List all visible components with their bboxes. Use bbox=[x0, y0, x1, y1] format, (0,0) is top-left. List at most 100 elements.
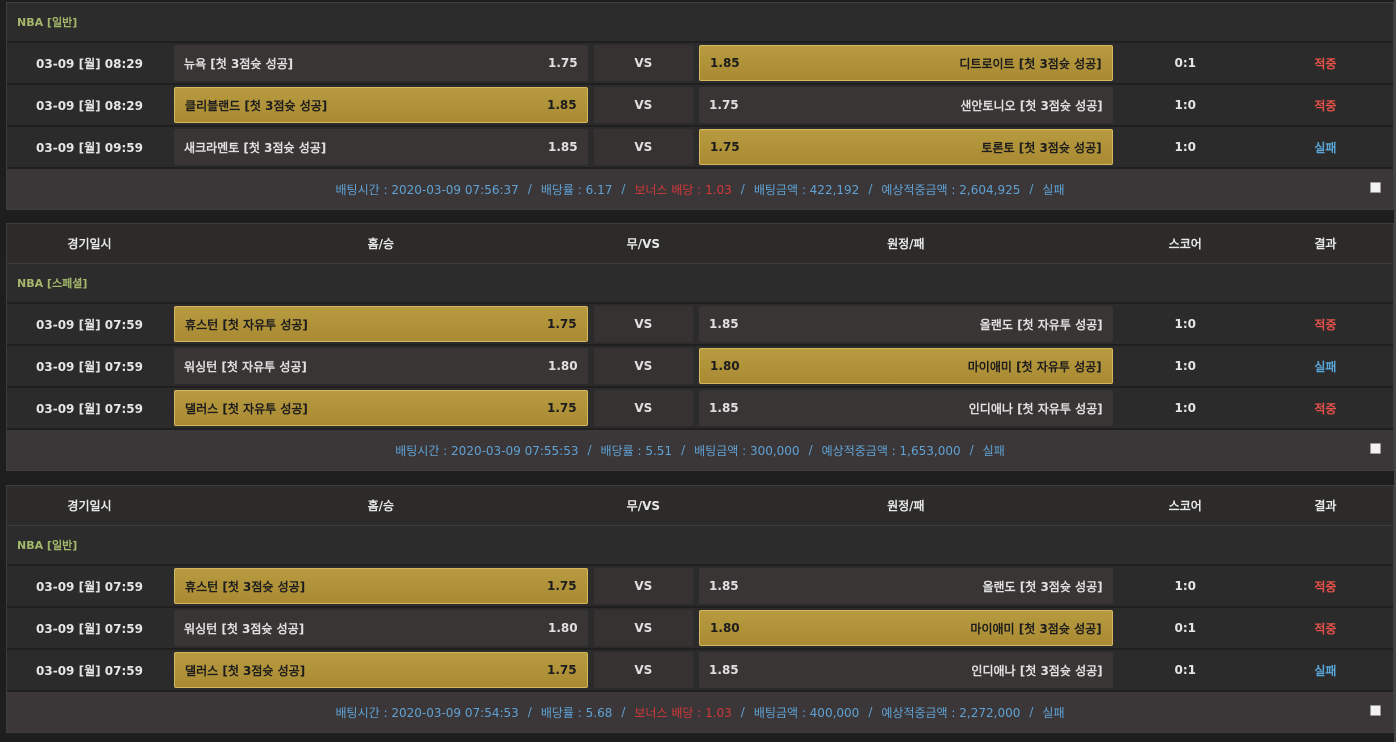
bet-amount: 배팅금액 : 300,000 bbox=[694, 443, 800, 458]
away-team: 마이애미 [첫 3점슛 성공] bbox=[970, 621, 1102, 636]
draw-bet-button[interactable]: VS bbox=[593, 390, 694, 426]
home-odds: 1.80 bbox=[548, 359, 578, 373]
header-away: 원정/패 bbox=[887, 499, 925, 513]
away-team: 올랜도 [첫 자유투 성공] bbox=[979, 317, 1103, 332]
bet-time: 배팅시간 : 2020-03-09 07:54:53 bbox=[335, 705, 519, 720]
home-bet-button[interactable]: 댈러스 [첫 자유투 성공] 1.75 bbox=[174, 390, 588, 426]
bet-summary: 배팅시간 : 2020-03-09 07:56:37/ 배당률 : 6.17/ … bbox=[7, 169, 1393, 209]
select-checkbox[interactable] bbox=[1370, 705, 1381, 716]
away-odds: 1.80 bbox=[710, 359, 740, 373]
away-bet-button[interactable]: 1.75 샌안토니오 [첫 3점슛 성공] bbox=[699, 87, 1113, 123]
vs-label: VS bbox=[634, 359, 653, 373]
away-team: 올랜도 [첫 3점슛 성공] bbox=[982, 579, 1103, 594]
home-team: 뉴욕 [첫 3점슛 성공] bbox=[184, 56, 294, 71]
vs-label: VS bbox=[634, 140, 653, 154]
home-bet-button[interactable]: 휴스턴 [첫 자유투 성공] 1.75 bbox=[174, 306, 588, 342]
home-bet-button[interactable]: 뉴욕 [첫 3점슛 성공] 1.75 bbox=[174, 45, 588, 81]
result: 실패 bbox=[1314, 359, 1337, 374]
game-row: 03-09 [월] 08:29 클리블랜드 [첫 3점슛 성공] 1.85 VS … bbox=[7, 85, 1393, 127]
game-row: 03-09 [월] 07:59 워싱턴 [첫 3점슛 성공] 1.80 VS 1.… bbox=[7, 608, 1393, 650]
league-row: NBA [스페셜] bbox=[7, 264, 1393, 304]
game-date: 03-09 [월] 07:59 bbox=[36, 663, 143, 678]
game-date: 03-09 [월] 08:29 bbox=[36, 98, 143, 113]
total-odds: 배당률 : 5.68 bbox=[540, 705, 613, 720]
table-header: 경기일시 홈/승 무/VS 원정/패 스코어 결과 bbox=[7, 224, 1393, 264]
game-date: 03-09 [월] 07:59 bbox=[36, 621, 143, 636]
result: 적중 bbox=[1314, 579, 1337, 594]
expected-winnings: 예상적중금액 : 2,604,925 bbox=[881, 182, 1021, 197]
away-bet-button[interactable]: 1.80 마이애미 [첫 자유투 성공] bbox=[699, 348, 1113, 384]
score: 0:1 bbox=[1174, 56, 1196, 70]
away-team: 샌안토니오 [첫 3점슛 성공] bbox=[960, 98, 1103, 113]
header-result: 결과 bbox=[1314, 499, 1337, 513]
score: 1:0 bbox=[1174, 317, 1196, 331]
bet-amount: 배팅금액 : 422,192 bbox=[753, 182, 860, 197]
game-row: 03-09 [월] 07:59 휴스턴 [첫 자유투 성공] 1.75 VS 1.… bbox=[7, 304, 1393, 346]
away-team: 인디애나 [첫 자유투 성공] bbox=[968, 401, 1103, 416]
game-row: 03-09 [월] 07:59 휴스턴 [첫 3점슛 성공] 1.75 VS 1.… bbox=[7, 566, 1393, 608]
game-row: 03-09 [월] 07:59 댈러스 [첫 3점슛 성공] 1.75 VS 1.… bbox=[7, 650, 1393, 692]
score: 1:0 bbox=[1174, 140, 1196, 154]
header-score: 스코어 bbox=[1168, 237, 1202, 251]
home-odds: 1.85 bbox=[548, 140, 578, 154]
away-odds: 1.85 bbox=[710, 56, 740, 70]
select-checkbox[interactable] bbox=[1370, 443, 1381, 454]
score: 1:0 bbox=[1174, 98, 1196, 112]
away-odds: 1.85 bbox=[709, 401, 739, 415]
game-date: 03-09 [월] 07:59 bbox=[36, 359, 143, 374]
slip-status: 실패 bbox=[1042, 182, 1065, 197]
bet-slip-3: 경기일시 홈/승 무/VS 원정/패 스코어 결과 NBA [일반] 03-09… bbox=[6, 485, 1394, 733]
header-result: 결과 bbox=[1314, 237, 1337, 251]
home-team: 클리블랜드 [첫 3점슛 성공] bbox=[185, 98, 328, 113]
home-bet-button[interactable]: 워싱턴 [첫 3점슛 성공] 1.80 bbox=[174, 610, 588, 646]
home-bet-button[interactable]: 워싱턴 [첫 자유투 성공] 1.80 bbox=[174, 348, 588, 384]
away-bet-button[interactable]: 1.80 마이애미 [첫 3점슛 성공] bbox=[699, 610, 1113, 646]
league-label: NBA [스페셜] bbox=[17, 277, 88, 290]
away-bet-button[interactable]: 1.85 디트로이트 [첫 3점슛 성공] bbox=[699, 45, 1113, 81]
home-bet-button[interactable]: 휴스턴 [첫 3점슛 성공] 1.75 bbox=[174, 568, 588, 604]
bonus-odds: 보너스 배당 : 1.03 bbox=[634, 182, 732, 197]
home-team: 새크라멘토 [첫 3점슛 성공] bbox=[184, 140, 327, 155]
away-bet-button[interactable]: 1.85 올랜도 [첫 자유투 성공] bbox=[699, 306, 1113, 342]
home-odds: 1.80 bbox=[548, 621, 578, 635]
result: 적중 bbox=[1314, 98, 1337, 113]
game-date: 03-09 [월] 07:59 bbox=[36, 401, 143, 416]
result: 실패 bbox=[1314, 140, 1337, 155]
draw-bet-button[interactable]: VS bbox=[593, 652, 694, 688]
bet-time: 배팅시간 : 2020-03-09 07:55:53 bbox=[395, 443, 579, 458]
draw-bet-button[interactable]: VS bbox=[593, 87, 694, 123]
total-odds: 배당률 : 5.51 bbox=[600, 443, 673, 458]
home-bet-button[interactable]: 클리블랜드 [첫 3점슛 성공] 1.85 bbox=[174, 87, 588, 123]
home-team: 댈러스 [첫 자유투 성공] bbox=[185, 401, 308, 416]
vs-label: VS bbox=[634, 401, 653, 415]
header-away: 원정/패 bbox=[887, 237, 925, 251]
away-bet-button[interactable]: 1.75 토론토 [첫 3점슛 성공] bbox=[699, 129, 1113, 165]
draw-bet-button[interactable]: VS bbox=[593, 306, 694, 342]
game-row: 03-09 [월] 09:59 새크라멘토 [첫 3점슛 성공] 1.85 VS … bbox=[7, 127, 1393, 169]
away-odds: 1.75 bbox=[710, 140, 740, 154]
bet-summary: 배팅시간 : 2020-03-09 07:55:53/ 배당률 : 5.51/ … bbox=[7, 430, 1393, 470]
home-bet-button[interactable]: 새크라멘토 [첫 3점슛 성공] 1.85 bbox=[174, 129, 588, 165]
away-bet-button[interactable]: 1.85 인디애나 [첫 자유투 성공] bbox=[699, 390, 1113, 426]
draw-bet-button[interactable]: VS bbox=[593, 348, 694, 384]
away-bet-button[interactable]: 1.85 올랜도 [첫 3점슛 성공] bbox=[699, 568, 1113, 604]
away-odds: 1.75 bbox=[709, 98, 739, 112]
select-checkbox[interactable] bbox=[1370, 182, 1381, 193]
vs-label: VS bbox=[634, 98, 653, 112]
home-odds: 1.75 bbox=[548, 56, 578, 70]
draw-bet-button[interactable]: VS bbox=[593, 45, 694, 81]
draw-bet-button[interactable]: VS bbox=[593, 610, 694, 646]
home-team: 휴스턴 [첫 3점슛 성공] bbox=[185, 579, 306, 594]
game-date: 03-09 [월] 08:29 bbox=[36, 56, 143, 71]
result: 적중 bbox=[1314, 621, 1337, 636]
draw-bet-button[interactable]: VS bbox=[593, 129, 694, 165]
header-vs: 무/VS bbox=[626, 499, 661, 513]
draw-bet-button[interactable]: VS bbox=[593, 568, 694, 604]
header-home: 홈/승 bbox=[367, 237, 395, 251]
result: 적중 bbox=[1314, 317, 1337, 332]
away-bet-button[interactable]: 1.85 인디애나 [첫 3점슛 성공] bbox=[699, 652, 1113, 688]
away-odds: 1.80 bbox=[710, 621, 740, 635]
league-row: NBA [일반] bbox=[7, 526, 1393, 566]
away-team: 인디애나 [첫 3점슛 성공] bbox=[971, 663, 1103, 678]
home-bet-button[interactable]: 댈러스 [첫 3점슛 성공] 1.75 bbox=[174, 652, 588, 688]
